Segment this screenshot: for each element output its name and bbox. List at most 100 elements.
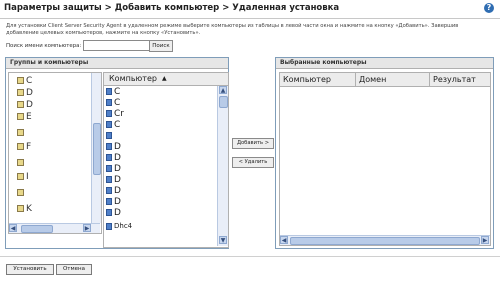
computer-name: D [114, 186, 121, 196]
computer-name: D [114, 175, 121, 185]
computer-row[interactable]: D [106, 208, 121, 219]
scroll-up-arrow-icon[interactable]: ▲ [219, 86, 227, 94]
scroll-right-arrow-icon[interactable]: ▶ [83, 224, 91, 232]
selected-table-hscrollbar[interactable]: ◀ ▶ [280, 235, 490, 245]
tree-item-label: I [26, 172, 29, 182]
computer-icon [106, 121, 112, 128]
computer-icon [106, 176, 112, 183]
search-label: Поиск имени компьютера: [6, 43, 82, 49]
tree-item-label: D [26, 100, 33, 110]
computer-row[interactable]: D [106, 197, 121, 208]
tree-item[interactable] [17, 127, 26, 139]
group-icon [17, 113, 24, 120]
groups-panel: Группы и компьютеры C D D E F I K ◀ ▶ Ко… [5, 57, 229, 249]
computer-icon [106, 143, 112, 150]
tree-item[interactable]: C [17, 75, 32, 87]
footer-divider [0, 256, 500, 257]
scroll-right-arrow-icon[interactable]: ▶ [481, 236, 489, 244]
scroll-left-arrow-icon[interactable]: ◀ [9, 224, 17, 232]
computer-name: C [114, 120, 121, 130]
sort-arrow-icon[interactable]: ▲ [162, 73, 167, 85]
column-header-computer[interactable]: Компьютер [280, 73, 356, 86]
computer-icon [106, 209, 112, 216]
selected-table-header: Компьютер Домен Результат [280, 73, 490, 87]
computer-icon [106, 198, 112, 205]
computer-row[interactable]: C [106, 87, 120, 98]
computer-name: C [114, 87, 121, 97]
group-icon [17, 77, 24, 84]
scroll-down-arrow-icon[interactable]: ▼ [219, 236, 227, 244]
group-icon [17, 143, 24, 150]
search-input[interactable] [83, 40, 151, 51]
group-icon [17, 89, 24, 96]
computer-row[interactable]: C [106, 120, 120, 131]
instructions-text: Для установки Client Server Security Age… [6, 23, 459, 36]
search-button[interactable]: Поиск [149, 40, 173, 52]
column-header-result[interactable]: Результат [430, 73, 490, 86]
tree-item[interactable]: D [17, 99, 33, 111]
tree-item[interactable] [17, 157, 26, 169]
computer-row[interactable]: Cr [106, 109, 124, 120]
computer-list[interactable]: Компьютер ▲ C C Cr C D D D D D D D Dhc4 … [103, 72, 229, 248]
scroll-left-arrow-icon[interactable]: ◀ [280, 236, 288, 244]
computer-icon [106, 222, 112, 230]
computer-name: D [114, 164, 121, 174]
tree-item[interactable]: E [17, 111, 32, 123]
help-icon[interactable]: ? [484, 3, 494, 13]
computer-icon [106, 88, 112, 95]
computer-row[interactable]: D [106, 175, 121, 186]
selected-panel-title: Выбранные компьютеры [276, 58, 493, 69]
computer-row[interactable] [106, 131, 114, 142]
computer-name: D [114, 197, 121, 207]
computer-row[interactable]: D [106, 186, 121, 197]
computer-row[interactable]: Dhc4 [106, 221, 132, 232]
tree-vertical-scrollbar[interactable] [91, 73, 101, 223]
page-title: Параметры защиты > Добавить компьютер > … [4, 3, 340, 13]
computer-name: D [114, 208, 121, 218]
computer-row[interactable]: D [106, 142, 121, 153]
page-header: Параметры защиты > Добавить компьютер > … [0, 0, 500, 19]
computer-icon [106, 132, 112, 139]
computer-row[interactable]: D [106, 153, 121, 164]
computer-name: Cr [114, 109, 124, 119]
cancel-button[interactable]: Отмена [56, 264, 92, 275]
group-icon [17, 129, 24, 136]
install-button[interactable]: Установить [6, 264, 54, 275]
computer-icon [106, 154, 112, 161]
selected-hscroll-thumb[interactable] [290, 237, 480, 245]
tree-item-label: F [26, 142, 32, 152]
computer-row[interactable]: C [106, 98, 120, 109]
tree-item[interactable] [17, 187, 26, 199]
computer-name: D [114, 153, 121, 163]
computer-name: D [114, 142, 121, 152]
tree-item[interactable]: F [17, 141, 31, 153]
add-button[interactable]: Добавить > [232, 138, 274, 149]
group-icon [17, 173, 24, 180]
tree-scroll-thumb[interactable] [93, 123, 101, 175]
tree-horizontal-scrollbar[interactable]: ◀ ▶ [9, 223, 100, 233]
tree-item[interactable]: K [17, 203, 32, 215]
group-icon [17, 159, 24, 166]
computer-icon [106, 187, 112, 194]
tree-item[interactable]: D [17, 87, 33, 99]
selected-computers-table[interactable]: Компьютер Домен Результат ◀ ▶ [279, 72, 491, 246]
groups-panel-title: Группы и компьютеры [6, 58, 228, 69]
computer-list-scroll-thumb[interactable] [219, 96, 228, 108]
computer-column-label: Компьютер [109, 74, 157, 83]
computer-name: Dhc4 [114, 222, 133, 230]
tree-hscroll-thumb[interactable] [21, 225, 53, 233]
tree-item[interactable]: I [17, 171, 29, 183]
group-tree[interactable]: C D D E F I K ◀ ▶ [8, 72, 102, 234]
computer-list-scrollbar[interactable]: ▲ ▼ [217, 86, 228, 246]
computer-row[interactable]: D [106, 164, 121, 175]
remove-button[interactable]: < Удалить [232, 157, 274, 168]
tree-item-label: D [26, 88, 33, 98]
computer-column-header[interactable]: Компьютер ▲ [104, 73, 228, 86]
column-header-domain[interactable]: Домен [356, 73, 430, 86]
group-icon [17, 205, 24, 212]
group-icon [17, 101, 24, 108]
tree-item-label: K [26, 204, 32, 214]
tree-item-label: C [26, 76, 33, 86]
computer-icon [106, 110, 112, 117]
tree-item-label: E [26, 112, 32, 122]
